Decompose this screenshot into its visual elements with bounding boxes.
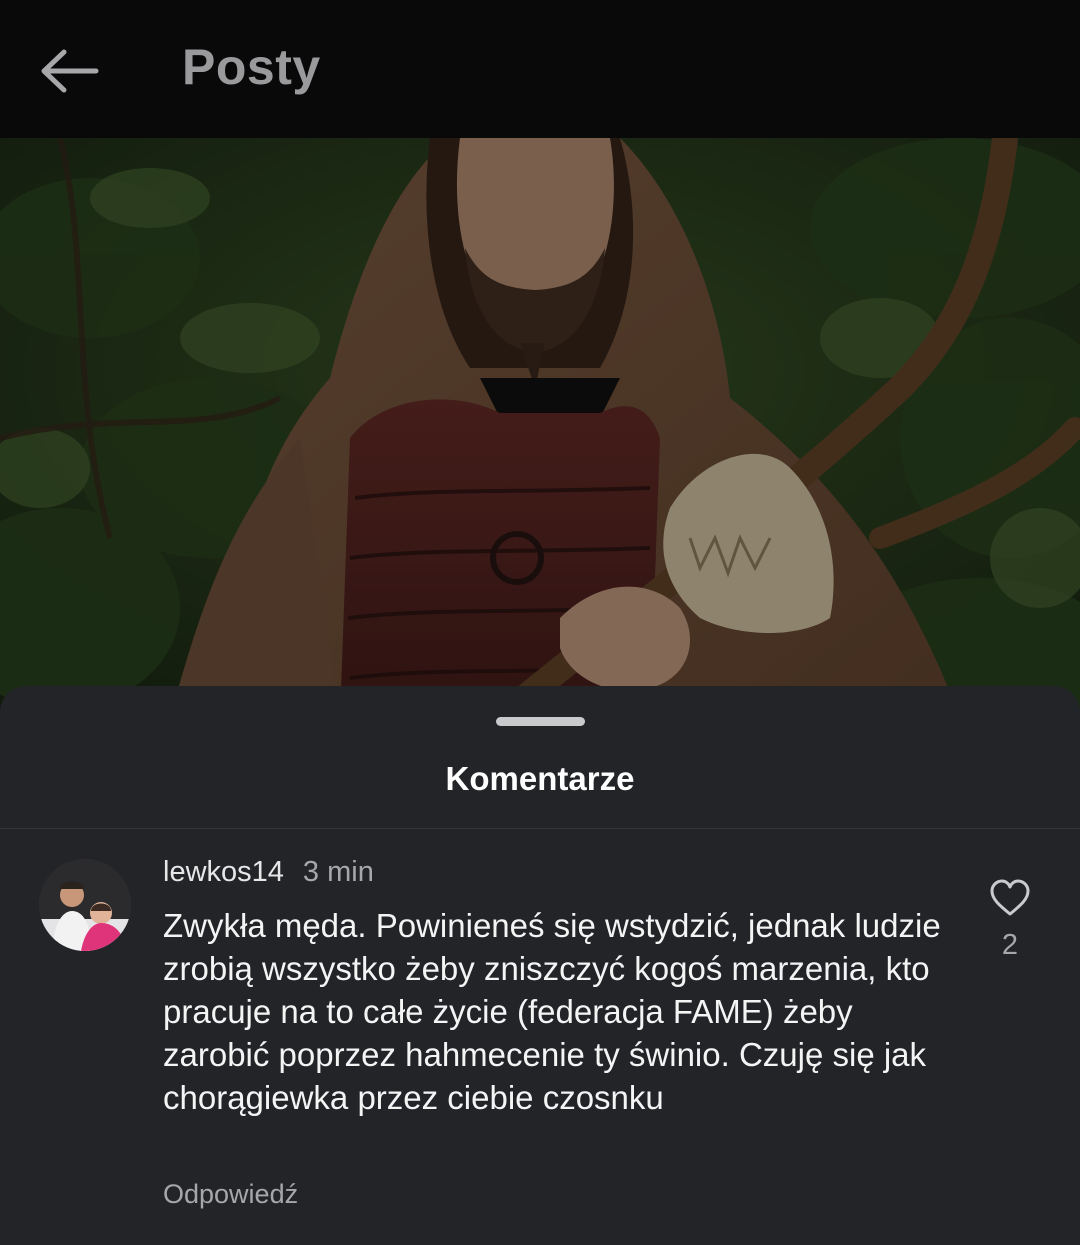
post-image[interactable] <box>0 138 1080 718</box>
comment-meta: lewkos14 3 min <box>163 856 374 889</box>
app-header: Posty <box>0 0 1080 138</box>
back-button[interactable] <box>38 46 102 96</box>
divider <box>0 828 1080 829</box>
like-button[interactable] <box>985 873 1035 923</box>
comments-sheet: Komentarze lewkos14 3 min Zwykła męda. P… <box>0 686 1080 1245</box>
comment-timestamp: 3 min <box>302 856 374 888</box>
drag-handle[interactable] <box>496 717 585 726</box>
comment-text: Zwykła męda. Powinieneś się wstydzić, je… <box>163 907 941 1116</box>
like-count: 2 <box>1001 929 1019 961</box>
comment-username[interactable]: lewkos14 <box>163 856 284 889</box>
comments-title: Komentarze <box>445 760 635 797</box>
reply-button[interactable]: Odpowiedź <box>163 1179 298 1210</box>
heart-outline-icon <box>990 879 1030 916</box>
page-title: Posty <box>182 39 321 95</box>
arrow-left-icon <box>41 49 99 93</box>
screen: Posty Komentarze lewkos14 3 min Zwykła m… <box>0 0 1080 1245</box>
avatar[interactable] <box>39 859 131 951</box>
